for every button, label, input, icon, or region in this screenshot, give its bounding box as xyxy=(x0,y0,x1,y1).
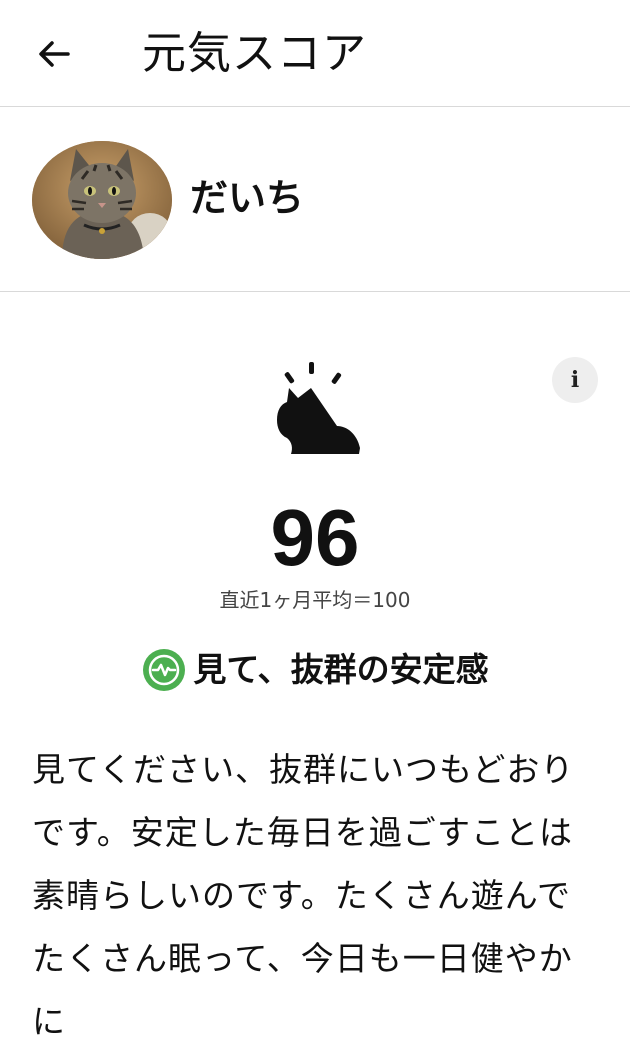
back-button[interactable] xyxy=(30,30,78,78)
info-button[interactable]: i xyxy=(552,357,598,403)
cat-sitting-icon xyxy=(265,358,365,458)
status-row: 見て、抜群の安定感 xyxy=(0,640,630,700)
score-average: 直近1ヶ月平均＝100 xyxy=(219,588,411,612)
pet-name: だいち xyxy=(190,176,305,220)
arrow-left-icon xyxy=(39,41,70,67)
cat-photo xyxy=(32,141,172,259)
status-label: 見て、抜群の安定感 xyxy=(193,650,489,689)
heartbeat-icon xyxy=(143,649,186,691)
pet-profile[interactable]: だいち xyxy=(0,107,630,292)
app-header: 元気スコア xyxy=(0,0,630,107)
page-title: 元気スコア xyxy=(142,28,367,79)
score-message: 見てください、抜群にいつもどおりです。安定した毎日を過ごすことは素晴らしいのです… xyxy=(32,750,575,1041)
score-value: 96 xyxy=(270,493,360,582)
avatar xyxy=(32,141,172,259)
